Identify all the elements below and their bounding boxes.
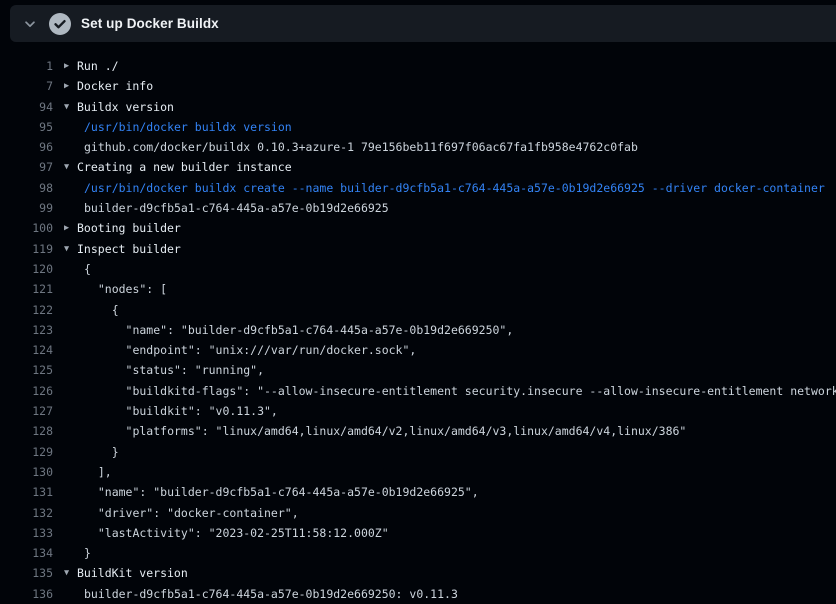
log-line[interactable]: 124 "endpoint": "unix:///var/run/docker.… [0,340,836,360]
line-number[interactable]: 123 [0,320,53,340]
step-title: Set up Docker Buildx [81,16,219,31]
log-line[interactable]: 133 "lastActivity": "2023-02-25T11:58:12… [0,523,836,543]
line-number[interactable]: 134 [0,543,53,563]
log-text: } [84,543,91,563]
log-line[interactable]: 98 /usr/bin/docker buildx create --name … [0,178,836,198]
line-number[interactable]: 96 [0,137,53,157]
line-number[interactable]: 132 [0,503,53,523]
group-collapsed-icon[interactable]: ▶ [64,76,69,96]
log-text: Inspect builder [77,239,181,259]
log-text: "buildkitd-flags": "--allow-insecure-ent… [84,381,836,401]
log-text: builder-d9cfb5a1-c764-445a-a57e-0b19d2e6… [84,584,458,604]
line-number[interactable]: 95 [0,117,53,137]
line-number[interactable]: 99 [0,198,53,218]
log-line[interactable]: 120 { [0,259,836,279]
log-line[interactable]: 122 { [0,300,836,320]
group-collapsed-icon[interactable]: ▶ [64,56,69,76]
line-number[interactable]: 126 [0,381,53,401]
line-number[interactable]: 121 [0,279,53,299]
line-number[interactable]: 131 [0,482,53,502]
log-text: { [84,259,91,279]
log-text: { [84,300,119,320]
line-number[interactable]: 130 [0,462,53,482]
log-line[interactable]: 130 ], [0,462,836,482]
log-line[interactable]: 128 "platforms": "linux/amd64,linux/amd6… [0,421,836,441]
log-line[interactable]: 125 "status": "running", [0,360,836,380]
group-expanded-icon[interactable]: ▼ [64,157,69,177]
log-line[interactable]: 132 "driver": "docker-container", [0,503,836,523]
actions-log-viewer: { "header": { "title": "Set up Docker Bu… [0,0,836,604]
line-number[interactable]: 1 [0,56,53,76]
line-number[interactable]: 119 [0,239,53,259]
log-text: builder-d9cfb5a1-c764-445a-a57e-0b19d2e6… [84,198,389,218]
log-text: Docker info [77,76,153,96]
group-expanded-icon[interactable]: ▼ [64,563,69,583]
log-line[interactable]: 95 /usr/bin/docker buildx version [0,117,836,137]
log-text: /usr/bin/docker buildx create --name bui… [84,178,825,198]
group-expanded-icon[interactable]: ▼ [64,97,69,117]
step-header[interactable]: Set up Docker Buildx [10,5,836,42]
log-line[interactable]: 121 "nodes": [ [0,279,836,299]
group-collapsed-icon[interactable]: ▶ [64,218,69,238]
line-number[interactable]: 120 [0,259,53,279]
log-text: /usr/bin/docker buildx version [84,117,292,137]
log-line[interactable]: 131 "name": "builder-d9cfb5a1-c764-445a-… [0,482,836,502]
group-expanded-icon[interactable]: ▼ [64,239,69,259]
log-line[interactable]: 129 } [0,442,836,462]
log-text: "driver": "docker-container", [84,503,299,523]
log-line[interactable]: 123 "name": "builder-d9cfb5a1-c764-445a-… [0,320,836,340]
log-line[interactable]: 100 ▶ Booting builder [0,218,836,238]
log-text: "status": "running", [84,360,264,380]
line-number[interactable]: 124 [0,340,53,360]
log-line[interactable]: 134 } [0,543,836,563]
line-number[interactable]: 100 [0,218,53,238]
log-area: 1 ▶ Run ./ 7 ▶ Docker info 94 ▼ Buildx v… [0,56,836,604]
log-text: Creating a new builder instance [77,157,292,177]
log-text: Buildx version [77,97,174,117]
log-text: "buildkit": "v0.11.3", [84,401,278,421]
line-number[interactable]: 129 [0,442,53,462]
log-text: "nodes": [ [84,279,167,299]
log-text: BuildKit version [77,563,188,583]
line-number[interactable]: 97 [0,157,53,177]
line-number[interactable]: 125 [0,360,53,380]
line-number[interactable]: 7 [0,76,53,96]
log-text: ], [84,462,112,482]
log-line[interactable]: 96 github.com/docker/buildx 0.10.3+azure… [0,137,836,157]
log-line[interactable]: 7 ▶ Docker info [0,76,836,96]
line-number[interactable]: 133 [0,523,53,543]
log-text: "lastActivity": "2023-02-25T11:58:12.000… [84,523,389,543]
log-line[interactable]: 136 builder-d9cfb5a1-c764-445a-a57e-0b19… [0,584,836,604]
log-text: "name": "builder-d9cfb5a1-c764-445a-a57e… [84,482,479,502]
log-text: Run ./ [77,56,119,76]
log-line[interactable]: 94 ▼ Buildx version [0,97,836,117]
line-number[interactable]: 136 [0,584,53,604]
log-text: } [84,442,119,462]
log-line[interactable]: 99 builder-d9cfb5a1-c764-445a-a57e-0b19d… [0,198,836,218]
log-line[interactable]: 127 "buildkit": "v0.11.3", [0,401,836,421]
line-number[interactable]: 94 [0,97,53,117]
log-line[interactable]: 119 ▼ Inspect builder [0,239,836,259]
line-number[interactable]: 128 [0,421,53,441]
log-text: github.com/docker/buildx 0.10.3+azure-1 … [84,137,638,157]
line-number[interactable]: 127 [0,401,53,421]
line-number[interactable]: 98 [0,178,53,198]
line-number[interactable]: 135 [0,563,53,583]
check-circle-icon [49,13,71,35]
log-text: "platforms": "linux/amd64,linux/amd64/v2… [84,421,686,441]
log-text: "name": "builder-d9cfb5a1-c764-445a-a57e… [84,320,513,340]
log-line[interactable]: 135 ▼ BuildKit version [0,563,836,583]
log-text: Booting builder [77,218,181,238]
line-number[interactable]: 122 [0,300,53,320]
log-line[interactable]: 97 ▼ Creating a new builder instance [0,157,836,177]
chevron-down-icon[interactable] [21,15,39,33]
log-line[interactable]: 126 "buildkitd-flags": "--allow-insecure… [0,381,836,401]
log-text: "endpoint": "unix:///var/run/docker.sock… [84,340,416,360]
log-line[interactable]: 1 ▶ Run ./ [0,56,836,76]
